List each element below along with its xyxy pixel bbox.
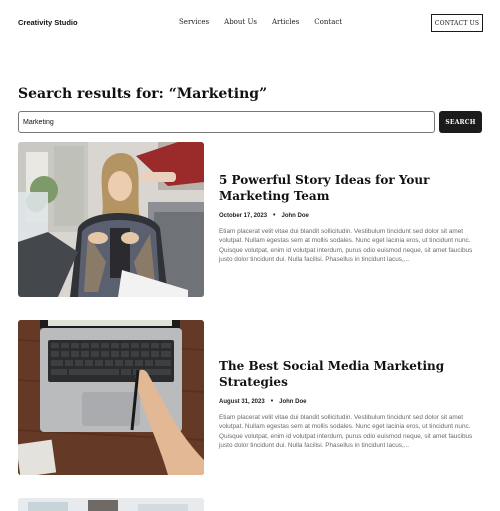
office-photo — [18, 498, 204, 511]
contact-us-button[interactable]: CONTACT US — [431, 14, 483, 32]
meta-separator: • — [273, 212, 276, 219]
nav-item-articles[interactable]: Articles — [272, 18, 299, 26]
article-title[interactable]: The Best Social Media Marketing Strategi… — [219, 358, 482, 390]
search-button[interactable]: SEARCH — [439, 111, 482, 133]
meeting-photo — [18, 142, 204, 297]
nav-item-contact[interactable]: Contact — [314, 18, 342, 26]
laptop-photo — [18, 320, 204, 475]
nav-item-about-us[interactable]: About Us — [224, 18, 257, 26]
search-results-title: Search results for: “Marketing” — [18, 86, 268, 102]
article-title[interactable]: 5 Powerful Story Ideas for Your Marketin… — [219, 172, 482, 204]
search-input[interactable] — [18, 111, 435, 133]
article-excerpt: Etiam placerat velit vitae dui blandit s… — [219, 414, 473, 450]
article-date: August 31, 2023 — [219, 398, 265, 405]
article-body: 5 Powerful Story Ideas for Your Marketin… — [219, 172, 482, 265]
article-date: October 17, 2023 — [219, 212, 268, 219]
article-image-partial[interactable] — [18, 498, 204, 511]
article-meta: October 17, 2023 • John Doe — [219, 212, 482, 219]
site-logo[interactable]: Creativity Studio — [18, 18, 78, 27]
article-body: The Best Social Media Marketing Strategi… — [219, 358, 482, 451]
site-header: Creativity Studio Services About Us Arti… — [0, 0, 500, 48]
article-image-meeting[interactable] — [18, 142, 204, 297]
article-image-laptop[interactable] — [18, 320, 204, 475]
article-card: The Best Social Media Marketing Strategi… — [18, 320, 482, 475]
meta-separator: • — [270, 398, 274, 405]
article-meta: August 31, 2023 • John Doe — [219, 398, 482, 405]
main-nav: Services About Us Articles Contact — [179, 18, 357, 26]
article-author[interactable]: John Doe — [281, 213, 308, 219]
article-card: 5 Powerful Story Ideas for Your Marketin… — [18, 142, 482, 297]
article-excerpt: Etiam placerat velit vitae dui blandit s… — [219, 228, 473, 264]
nav-item-services[interactable]: Services — [179, 18, 209, 26]
article-author[interactable]: John Doe — [279, 399, 306, 405]
